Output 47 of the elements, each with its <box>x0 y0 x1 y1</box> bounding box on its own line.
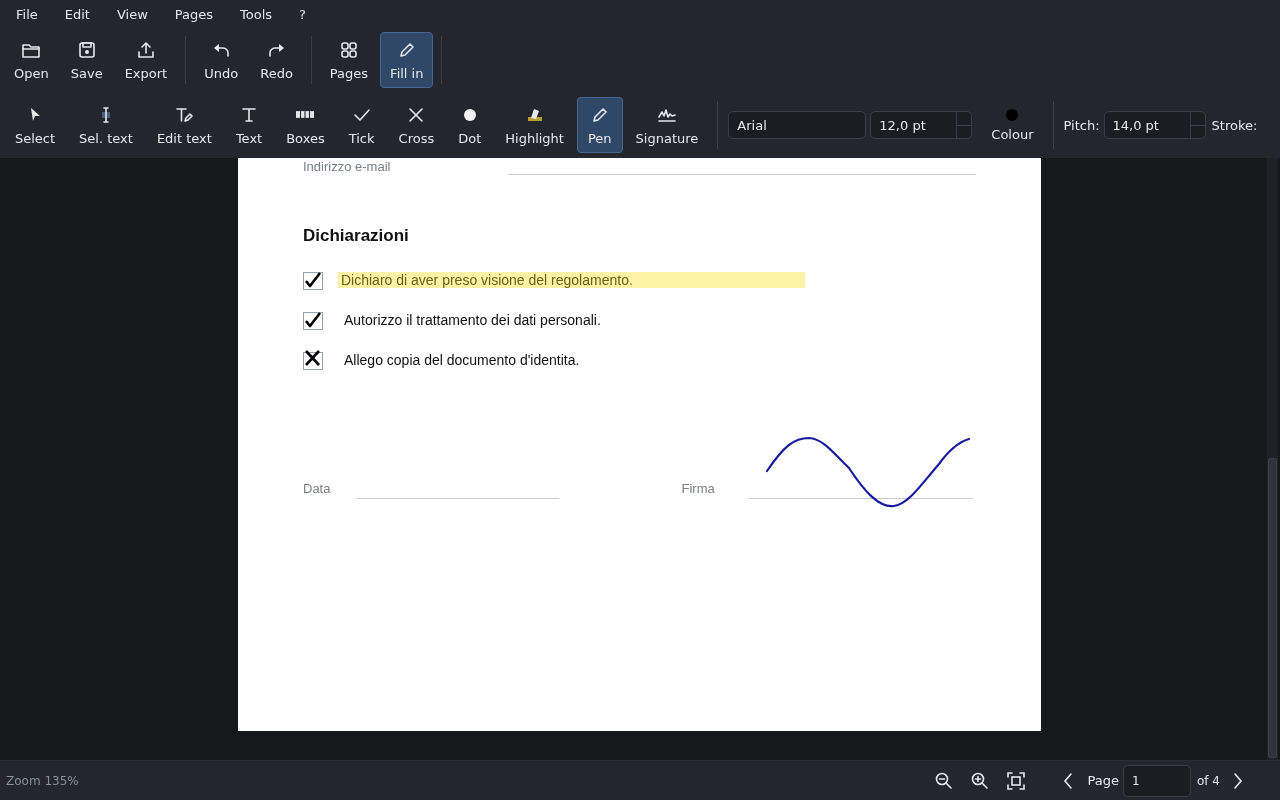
tool-button[interactable]: Edit text <box>145 97 223 153</box>
tool-button[interactable]: Signature <box>624 97 710 153</box>
pitch-field[interactable]: 14,0 pt <box>1103 111 1206 139</box>
grid-icon <box>338 39 359 60</box>
zoom-level: Zoom 135% <box>6 773 79 788</box>
field-label: Data <box>303 481 331 496</box>
statement-text: Allego copia del documento d'identita. <box>343 352 581 368</box>
font-field[interactable]: Arial <box>728 111 867 139</box>
tool-button[interactable]: Highlight <box>494 97 575 153</box>
page-count: of 4 <box>1197 773 1220 788</box>
tool-button[interactable]: Fill in <box>380 32 434 88</box>
field-label: Indirizzo e-mail <box>303 159 391 174</box>
tool-button[interactable]: Undo <box>194 32 249 88</box>
upload-icon <box>135 39 156 60</box>
checkbox[interactable] <box>303 310 323 330</box>
pitch-label: Pitch: <box>1063 117 1100 133</box>
checkbox[interactable] <box>303 270 323 290</box>
menu-item[interactable]: File <box>6 6 48 22</box>
tool-button[interactable]: Text <box>224 97 274 153</box>
tool-button[interactable]: Open <box>4 32 59 88</box>
colour-button[interactable]: Colour <box>980 97 1045 153</box>
tool-button[interactable]: Tick <box>337 97 386 153</box>
menu-item[interactable]: View <box>106 6 158 22</box>
checkbox[interactable] <box>303 350 323 370</box>
field-label: Firma <box>681 481 715 496</box>
tool-button[interactable]: Redo <box>250 32 303 88</box>
section-heading: Dichiarazioni <box>303 226 410 247</box>
tool-button[interactable]: Export <box>114 32 178 88</box>
page-label: Page <box>1087 773 1119 788</box>
page-number-field[interactable]: 1 <box>1123 764 1191 797</box>
menu-item[interactable]: Tools <box>230 6 283 22</box>
tool-button[interactable]: Pen <box>576 97 623 153</box>
tool-button[interactable]: Cross <box>387 97 446 153</box>
font-size-field[interactable]: 12,0 pt <box>870 111 973 139</box>
tool-button[interactable]: Dot <box>447 97 493 153</box>
menu-item[interactable]: Pages <box>164 6 224 22</box>
tool-button[interactable]: Sel. text <box>68 97 144 153</box>
menu-item[interactable]: ? <box>289 6 316 22</box>
stroke-label: Stroke: <box>1211 117 1258 133</box>
tool-button[interactable]: Boxes <box>275 97 336 153</box>
tool-button[interactable]: Pages <box>319 32 379 88</box>
tool-button[interactable]: Save <box>60 32 113 88</box>
statement-text: Dichiaro di aver preso visione del regolamento. <box>338 272 805 288</box>
boxes-icon <box>296 110 315 118</box>
menu-item[interactable]: Edit <box>54 6 100 22</box>
tool-button[interactable]: Select <box>4 97 67 153</box>
statement-text: Autorizzo il trattamento dei dati personali. <box>343 312 602 328</box>
